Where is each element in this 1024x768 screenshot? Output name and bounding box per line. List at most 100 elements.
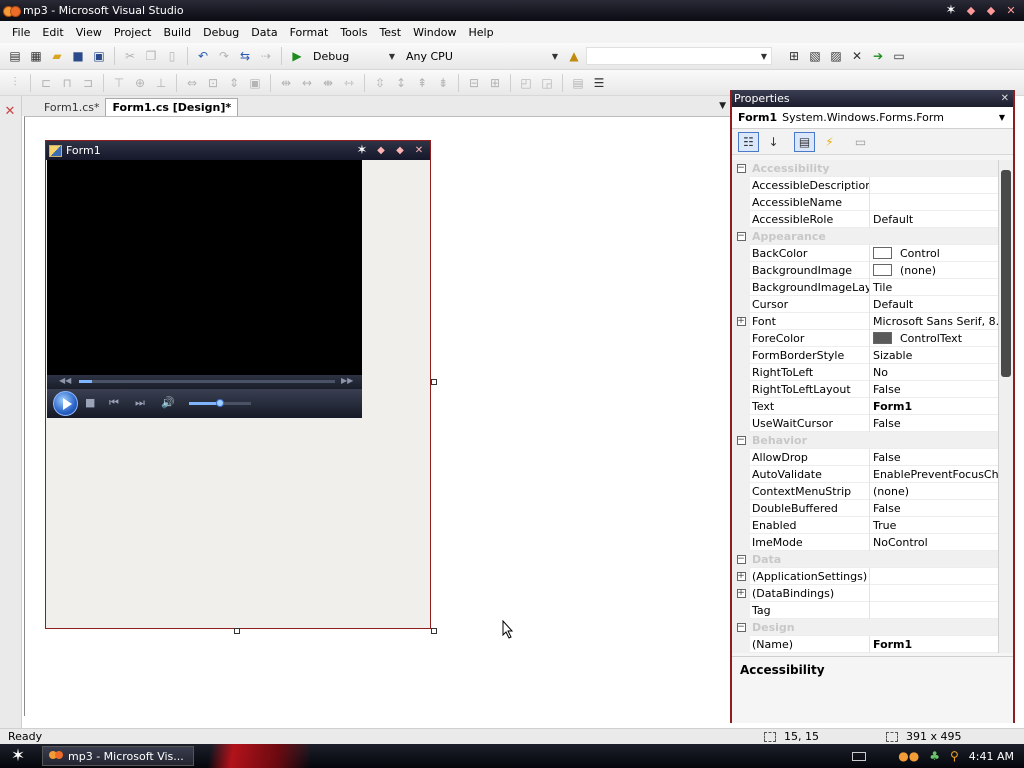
properties-close-icon[interactable]: ✕ xyxy=(1001,93,1009,104)
property-row[interactable]: AccessibleDescription xyxy=(732,176,998,194)
seek-bar[interactable]: ◀◀ ▶▶ xyxy=(47,375,362,389)
property-row[interactable]: BackColor Control xyxy=(732,244,998,262)
resize-handle-right[interactable] xyxy=(431,379,437,385)
previous-track-icon[interactable]: ⏮ xyxy=(109,396,119,410)
solution-platform-select[interactable]: Any CPU ▼ xyxy=(402,47,562,65)
undo-icon[interactable]: ↶ xyxy=(194,48,212,64)
menu-tools[interactable]: Tools xyxy=(334,26,373,39)
other-windows-icon[interactable]: ▭ xyxy=(890,48,908,64)
property-row[interactable]: Enabled True xyxy=(732,516,998,534)
lock-controls-icon[interactable]: ▤ xyxy=(569,75,587,91)
property-value[interactable]: ControlText xyxy=(870,332,998,345)
expand-icon[interactable]: + xyxy=(732,584,750,602)
align-centers-icon[interactable]: ⊓ xyxy=(58,75,76,91)
play-button[interactable] xyxy=(53,391,78,416)
center-vertically-icon[interactable]: ⊞ xyxy=(486,75,504,91)
property-value[interactable]: False xyxy=(870,451,998,464)
close-button[interactable]: ✕ xyxy=(1002,3,1020,19)
menu-format[interactable]: Format xyxy=(284,26,335,39)
property-row[interactable]: Text Form1 xyxy=(732,397,998,415)
minimize-button[interactable]: ◆ xyxy=(962,3,980,19)
object-browser-icon[interactable]: ▨ xyxy=(827,48,845,64)
cut-icon[interactable]: ✂ xyxy=(121,48,139,64)
designed-form[interactable]: Form1 ✶ ◆ ◆ ✕ ◀◀ ▶▶ ■ ⏮ ⏭ 🔊 xyxy=(45,140,431,629)
property-category[interactable]: − Appearance xyxy=(732,227,998,245)
property-value[interactable]: True xyxy=(870,519,998,532)
menu-project[interactable]: Project xyxy=(108,26,158,39)
property-value[interactable]: Tile xyxy=(870,281,998,294)
property-pages-icon[interactable]: ▭ xyxy=(850,132,871,152)
alphabetical-icon[interactable]: ↓ xyxy=(763,132,784,152)
new-project-icon[interactable]: ▤ xyxy=(6,48,24,64)
paste-icon[interactable]: ▯ xyxy=(163,48,181,64)
save-icon[interactable]: ■ xyxy=(69,48,87,64)
make-same-height-icon[interactable]: ⇕ xyxy=(225,75,243,91)
menu-file[interactable]: File xyxy=(6,26,36,39)
property-row[interactable]: +FontMicrosoft Sans Serif, 8.25pt xyxy=(732,312,998,330)
tray-network-icon[interactable]: ♣ xyxy=(929,749,940,763)
toolbox-icon[interactable]: ✕ xyxy=(848,48,866,64)
collapse-icon[interactable]: − xyxy=(732,227,750,245)
menu-window[interactable]: Window xyxy=(407,26,462,39)
align-tops-icon[interactable]: ⊤ xyxy=(110,75,128,91)
object-selector[interactable]: Form1 System.Windows.Forms.Form ▼ xyxy=(732,107,1013,129)
menu-build[interactable]: Build xyxy=(157,26,197,39)
property-row[interactable]: RightToLeft No xyxy=(732,363,998,381)
properties-window-icon[interactable]: ▧ xyxy=(806,48,824,64)
property-category[interactable]: − Accessibility xyxy=(732,160,998,177)
property-value[interactable]: Sizable xyxy=(870,349,998,362)
resize-handle-bottom-right[interactable] xyxy=(431,628,437,634)
fast-forward-icon[interactable]: ▶▶ xyxy=(341,376,353,385)
properties-view-icon[interactable]: ▤ xyxy=(794,131,815,152)
align-rights-icon[interactable]: ⊐ xyxy=(79,75,97,91)
property-value[interactable]: NoControl xyxy=(870,536,998,549)
remove-horizontal-spacing-icon[interactable]: ⇿ xyxy=(340,75,358,91)
property-row[interactable]: FormBorderStyle Sizable xyxy=(732,346,998,364)
property-row[interactable]: AutoValidateEnablePreventFocusChange xyxy=(732,465,998,483)
start-page-icon[interactable]: ➔ xyxy=(869,48,887,64)
vertical-spacing-equal-icon[interactable]: ⇳ xyxy=(371,75,389,91)
next-track-icon[interactable]: ⏭ xyxy=(135,396,145,410)
property-row[interactable]: Cursor Default xyxy=(732,295,998,313)
navigate-icon[interactable]: ⇆ xyxy=(236,48,254,64)
align-lefts-icon[interactable]: ⊏ xyxy=(37,75,55,91)
align-to-grid-icon[interactable]: ⫶ xyxy=(6,75,24,91)
property-value[interactable]: No xyxy=(870,366,998,379)
property-value[interactable]: False xyxy=(870,417,998,430)
property-row[interactable]: AllowDrop False xyxy=(732,448,998,466)
save-all-icon[interactable]: ▣ xyxy=(90,48,108,64)
menu-view[interactable]: View xyxy=(70,26,108,39)
solution-explorer-icon[interactable]: ⊞ xyxy=(785,48,803,64)
menu-data[interactable]: Data xyxy=(245,26,283,39)
property-row[interactable]: + (ApplicationSettings) xyxy=(732,567,998,585)
increase-horizontal-spacing-icon[interactable]: ↔ xyxy=(298,75,316,91)
property-row[interactable]: RightToLeftLayout False xyxy=(732,380,998,398)
property-category[interactable]: − Data xyxy=(732,550,998,568)
taskbar-item-visual-studio[interactable]: mp3 - Microsoft Vis... xyxy=(42,746,194,766)
property-value[interactable]: (none) xyxy=(870,485,998,498)
property-row[interactable]: UseWaitCursor False xyxy=(732,414,998,432)
center-horizontally-icon[interactable]: ⊟ xyxy=(465,75,483,91)
property-value[interactable]: Microsoft Sans Serif, 8.25pt xyxy=(870,315,998,328)
find-in-files-icon[interactable]: ▲ xyxy=(565,48,583,64)
property-row[interactable]: DoubleBuffered False xyxy=(732,499,998,517)
remove-vertical-spacing-icon[interactable]: ⇟ xyxy=(434,75,452,91)
expand-icon[interactable]: + xyxy=(732,567,750,585)
property-value[interactable]: Default xyxy=(870,213,998,226)
collapse-icon[interactable]: − xyxy=(732,550,750,568)
increase-vertical-spacing-icon[interactable]: ↕ xyxy=(392,75,410,91)
size-to-grid-icon[interactable]: ⊡ xyxy=(204,75,222,91)
property-row[interactable]: Tag xyxy=(732,601,998,619)
collapse-icon[interactable]: − xyxy=(732,160,750,177)
events-icon[interactable]: ⚡ xyxy=(819,132,840,152)
collapse-icon[interactable]: − xyxy=(732,431,750,449)
start-button[interactable]: ✶ xyxy=(0,744,36,768)
volume-slider[interactable] xyxy=(189,399,251,407)
rewind-icon[interactable]: ◀◀ xyxy=(59,376,71,385)
seek-track[interactable] xyxy=(79,380,335,383)
redo-icon[interactable]: ↷ xyxy=(215,48,233,64)
property-value[interactable]: Control xyxy=(870,247,998,260)
make-same-width-icon[interactable]: ⇔ xyxy=(183,75,201,91)
menu-debug[interactable]: Debug xyxy=(197,26,245,39)
align-middles-icon[interactable]: ⊕ xyxy=(131,75,149,91)
